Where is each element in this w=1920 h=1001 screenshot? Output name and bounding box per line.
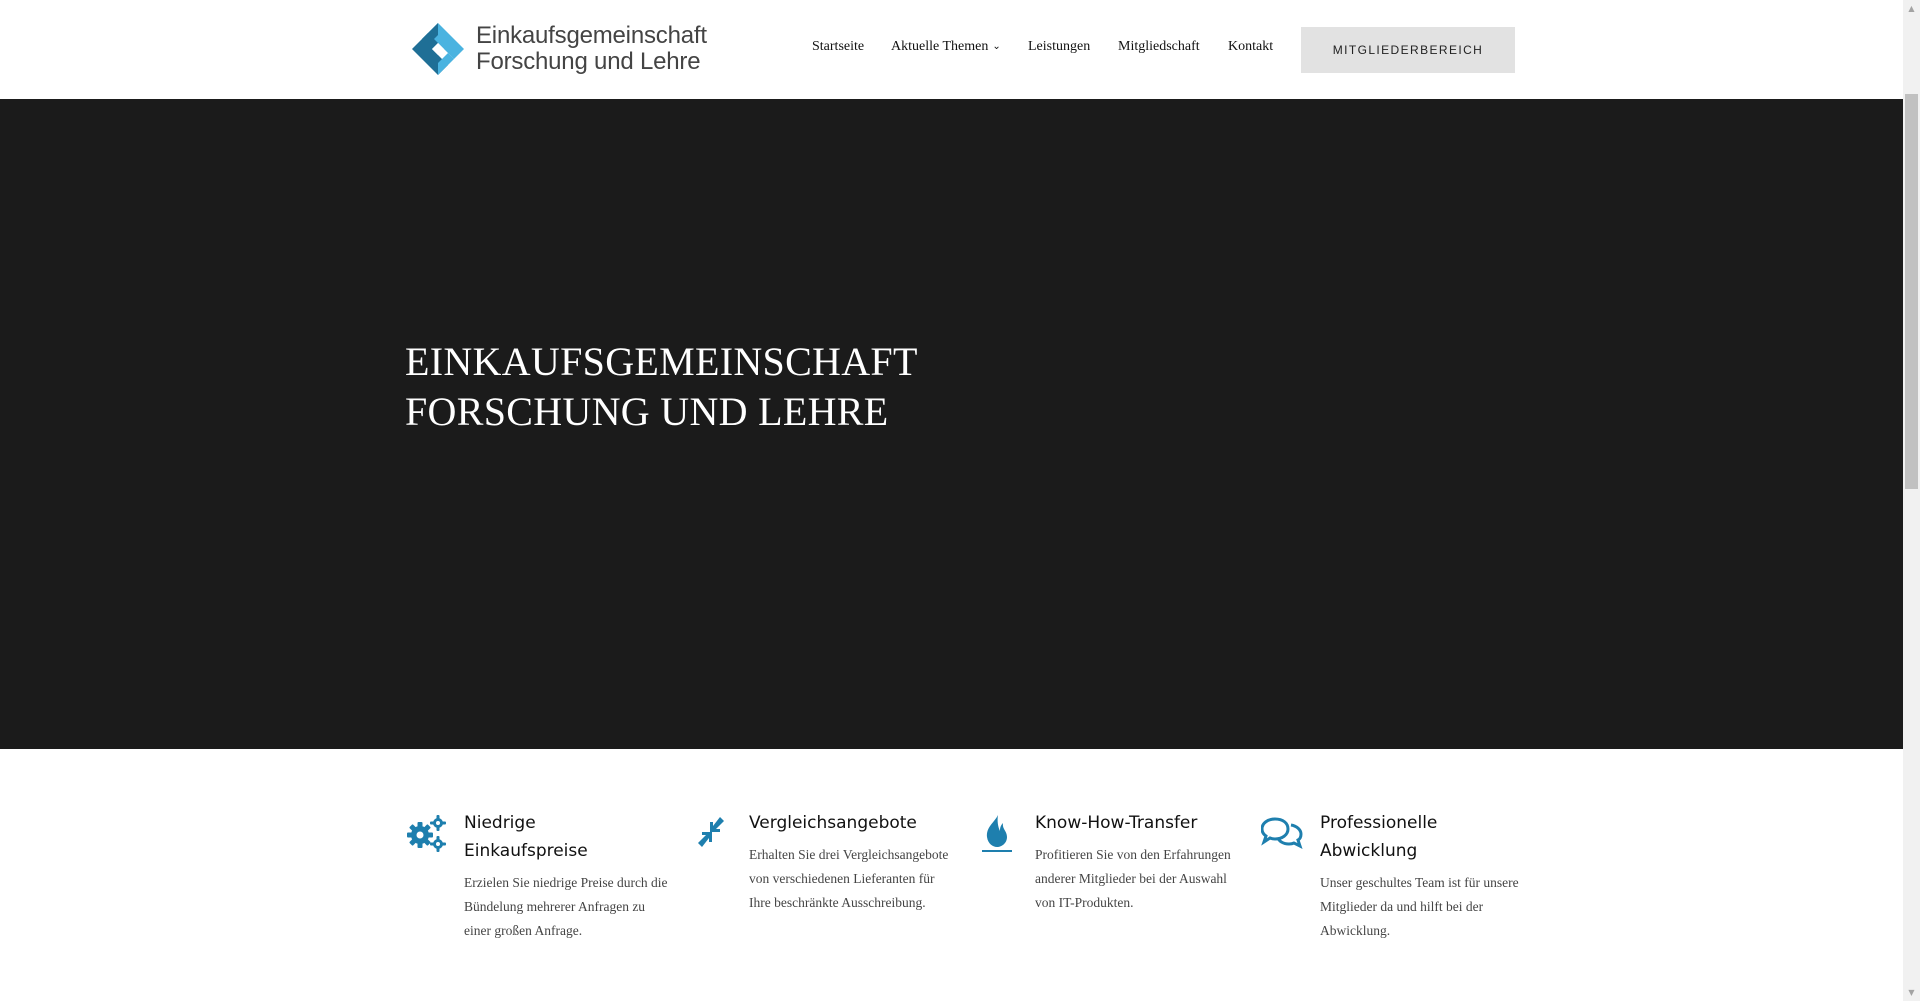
nav-item-leistungen[interactable]: Leistungen — [1028, 39, 1090, 55]
scrollbar-thumb[interactable] — [1905, 94, 1918, 489]
nav-item-aktuelle-themen[interactable]: Aktuelle Themen ⌄ — [891, 39, 1001, 55]
chat-bubbles-icon — [1261, 817, 1303, 849]
nav-label: Mitgliedschaft — [1118, 39, 1200, 54]
flame-icon — [982, 815, 1012, 852]
page: Einkaufsgemeinschaft Forschung und Lehre… — [0, 0, 1903, 1001]
logo-wordmark: Einkaufsgemeinschaft Forschung und Lehre — [476, 23, 707, 75]
nav-label: Aktuelle Themen — [891, 39, 989, 54]
feature-text: Erzielen Sie niedrige Preise durch die B… — [464, 875, 668, 938]
feature-title-line-1: Niedrige — [464, 813, 536, 833]
feature-title-line-2: Einkaufspreise — [464, 841, 588, 861]
nav-item-mitgliedschaft[interactable]: Mitgliedschaft — [1118, 39, 1200, 55]
feature-text: Unser geschultes Team ist für unsere Mit… — [1320, 875, 1519, 938]
feature-title: Professionelle Abwicklung — [1320, 809, 1530, 865]
logo-line-2: Forschung und Lehre — [476, 48, 701, 75]
hero-title: EINKAUFSGEMEINSCHAFT FORSCHUNG UND LEHRE — [405, 337, 918, 437]
feature-text: Profitieren Sie von den Erfahrungen ande… — [1035, 847, 1231, 910]
feature-title-line-1: Know-How-Transfer — [1035, 813, 1198, 833]
hero-section: EINKAUFSGEMEINSCHAFT FORSCHUNG UND LEHRE — [0, 99, 1903, 749]
feature-text: Erhalten Sie drei Vergleichsangebote von… — [749, 847, 949, 910]
scroll-up-arrow-icon[interactable]: ▲ — [1903, 0, 1920, 17]
hero-title-line-1: EINKAUFSGEMEINSCHAFT — [405, 339, 918, 384]
feature-title-line-1: Vergleichsangebote — [749, 813, 917, 833]
feature-title-line-1: Professionelle — [1320, 813, 1438, 833]
site-logo[interactable]: Einkaufsgemeinschaft Forschung und Lehre — [410, 18, 707, 80]
member-area-button[interactable]: MITGLIEDERBEREICH — [1301, 27, 1515, 73]
logo-mark-icon — [412, 23, 464, 75]
nav-item-kontakt[interactable]: Kontakt — [1228, 39, 1273, 55]
chevron-down-icon: ⌄ — [992, 41, 1001, 52]
hero-title-line-2: FORSCHUNG UND LEHRE — [405, 389, 889, 434]
page-scrollbar[interactable]: ▲ ▼ — [1903, 0, 1920, 1001]
nav-label: Kontakt — [1228, 39, 1274, 54]
nav-label: Startseite — [812, 39, 865, 54]
feature-title-line-2: Abwicklung — [1320, 841, 1418, 861]
scroll-down-arrow-icon[interactable]: ▼ — [1903, 984, 1920, 1001]
nav-item-startseite[interactable]: Startseite — [812, 39, 864, 55]
site-header: Einkaufsgemeinschaft Forschung und Lehre… — [0, 0, 1903, 98]
compress-arrows-icon — [698, 817, 724, 847]
feature-title: Niedrige Einkaufspreise — [464, 809, 674, 865]
logo-line-1: Einkaufsgemeinschaft — [476, 22, 707, 49]
feature-title: Vergleichsangebote — [749, 809, 959, 837]
nav-label: Leistungen — [1028, 39, 1091, 54]
gears-icon — [407, 815, 446, 852]
features-section: Niedrige Einkaufspreise Erzielen Sie nie… — [0, 749, 1903, 1001]
feature-title: Know-How-Transfer — [1035, 809, 1245, 837]
